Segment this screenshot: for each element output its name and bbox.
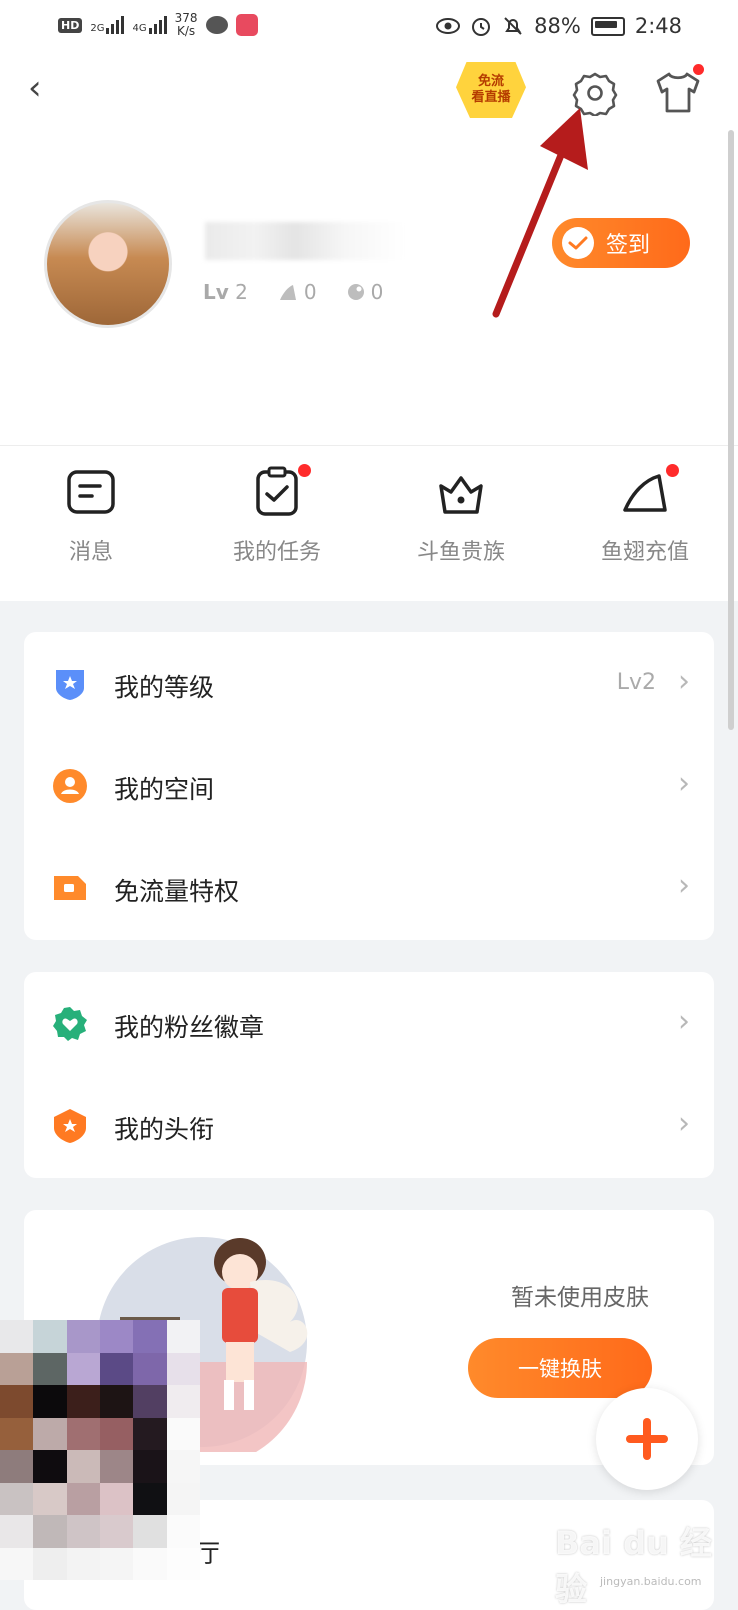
menu-row-level[interactable]: 我的等级 Lv2 › (24, 634, 714, 734)
fin-small-icon (279, 285, 296, 300)
fin-icon (623, 474, 667, 512)
message-icon (67, 470, 115, 514)
skin-empty-text: 暂未使用皮肤 (511, 1285, 649, 1311)
menu-row-free-data[interactable]: 免流量特权 › (24, 838, 714, 938)
crown-icon (439, 476, 483, 514)
plus-icon (626, 1418, 668, 1460)
add-fab-button[interactable] (596, 1388, 698, 1490)
fan-badge-icon (53, 1007, 87, 1041)
status-bar-right: 88% 2:48 (436, 14, 682, 38)
username-blurred (205, 222, 405, 260)
notification-dot (693, 64, 704, 75)
ball-small-icon (347, 284, 364, 300)
signal-icon (106, 16, 125, 34)
menu-card-badges: 我的粉丝徽章 › 我的头衔 › (24, 972, 714, 1178)
baidu-watermark-url: jingyan.baidu.com (600, 1575, 702, 1588)
battery-icon (590, 16, 625, 36)
annotation-arrow (492, 108, 588, 318)
app-notification-icon (235, 14, 258, 36)
chevron-right-icon: › (678, 766, 690, 801)
network-4g: 4G (132, 16, 167, 34)
alarm-icon (472, 18, 491, 36)
level-stat: Lv 2 (203, 280, 248, 304)
menu-card-account: 我的等级 Lv2 › 我的空间 › 免流量特权 › (24, 632, 714, 940)
check-icon (562, 227, 594, 259)
signin-button[interactable]: 签到 (552, 218, 690, 268)
back-button[interactable]: ‹ (28, 68, 64, 108)
quick-item-recharge[interactable]: 鱼翅充值 (570, 464, 720, 566)
skin-wardrobe-button[interactable] (652, 64, 704, 118)
battery-percent: 88% (534, 14, 581, 38)
pixelated-overlay (0, 1320, 200, 1580)
title-medal-icon (54, 1109, 86, 1143)
menu-row-title[interactable]: 我的头衔 › (24, 1076, 714, 1176)
quick-item-tasks[interactable]: 我的任务 (202, 464, 352, 566)
fins-stat: 0 (278, 280, 317, 304)
notification-dot (666, 464, 679, 477)
clock: 2:48 (634, 14, 682, 38)
eye-icon (436, 18, 461, 34)
task-clipboard-icon (256, 466, 298, 516)
scrollbar[interactable] (728, 130, 734, 730)
chevron-right-icon: › (678, 664, 690, 699)
quick-item-messages[interactable]: 消息 (16, 464, 166, 566)
quick-item-nobility[interactable]: 斗鱼贵族 (386, 464, 536, 566)
signin-label: 签到 (606, 233, 651, 258)
net-speed: 378 K/s (174, 11, 198, 38)
quick-actions: 消息 我的任务 斗鱼贵族 鱼翅充值 (0, 445, 738, 601)
chevron-right-icon: › (678, 1004, 690, 1039)
free-data-icon (54, 876, 86, 900)
one-click-skin-button[interactable]: 一键换肤 (468, 1338, 652, 1398)
wechat-icon (205, 16, 228, 34)
chevron-right-icon: › (678, 868, 690, 903)
avatar[interactable] (44, 200, 172, 328)
mute-bell-icon (504, 17, 522, 35)
baidu-watermark: Bai du 经验 (555, 1524, 712, 1608)
menu-row-space[interactable]: 我的空间 › (24, 736, 714, 836)
network-2g: 2G (90, 16, 125, 34)
status-bar-left: HD 2G 4G 378 K/s (58, 12, 258, 38)
notification-dot (298, 464, 311, 477)
profile-stats: Lv 2 0 0 (203, 280, 383, 304)
level-shield-icon (56, 670, 84, 700)
balls-stat: 0 (347, 280, 383, 304)
space-user-icon (53, 769, 87, 803)
signal-icon (148, 16, 167, 34)
hd-badge: HD (58, 17, 83, 33)
chevron-right-icon: › (678, 1106, 690, 1141)
menu-row-fan-badge[interactable]: 我的粉丝徽章 › (24, 974, 714, 1074)
